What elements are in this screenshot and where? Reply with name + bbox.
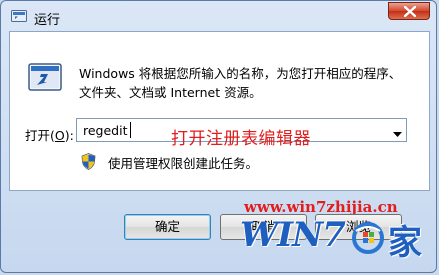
swirl-icon: [352, 222, 384, 254]
window-title: 运行: [34, 13, 61, 28]
close-icon: [404, 6, 416, 17]
run-icon: [28, 62, 62, 94]
admin-notice: 使用管理权限创建此任务。: [108, 156, 259, 171]
open-label-hotkey: O: [54, 128, 65, 143]
win7-watermark-logo: WIN7 家: [240, 215, 436, 263]
uac-shield-icon: [81, 153, 96, 170]
open-label: 打开(O):: [25, 125, 74, 144]
chevron-down-icon[interactable]: [393, 127, 402, 141]
ok-button[interactable]: 确定: [124, 214, 211, 240]
win7-logo-zh: 家: [388, 223, 422, 263]
title-bar[interactable]: 运行: [1, 1, 436, 31]
open-input-value[interactable]: regedit: [83, 123, 128, 138]
run-app-icon: [11, 10, 27, 22]
close-button[interactable]: [388, 2, 430, 20]
description-text: Windows 将根据您所输入的名称，为您打开相应的程序、文件夹、文档或 Int…: [79, 66, 402, 100]
run-dialog-window: 运行 Windows 将根据您所输入的名称，为您打开相应的程序、文件夹、文档或 …: [0, 0, 437, 273]
text-caret: [130, 122, 131, 138]
open-label-prefix: 打开(: [25, 128, 55, 143]
dialog-content: Windows 将根据您所输入的名称，为您打开相应的程序、文件夹、文档或 Int…: [9, 31, 430, 191]
open-label-suffix: ):: [64, 128, 74, 143]
annotation-text: 打开注册表编辑器: [171, 129, 311, 149]
win7-logo-text: WIN7: [240, 215, 346, 255]
